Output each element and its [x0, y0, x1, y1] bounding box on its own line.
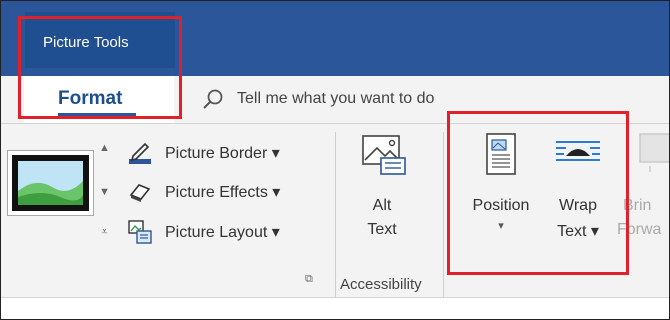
picture-layout-label: Picture Layout ▾ [165, 224, 280, 241]
group-separator [335, 132, 336, 300]
accessibility-group-label: Accessibility [340, 276, 422, 293]
highlight-format-tab-box [18, 16, 182, 119]
search-icon [203, 89, 223, 109]
picture-style-preview[interactable] [7, 150, 94, 216]
alt-text-label-line2: Text [367, 221, 397, 238]
style-gallery-scroll: ▲ ▼ ⩡ [92, 132, 117, 244]
alt-text-label-line1: Alt [372, 197, 392, 214]
picture-border-label: Picture Border ▾ [165, 145, 280, 162]
picture-effects-icon [129, 184, 151, 202]
gallery-more-icon[interactable]: ⩡ [96, 220, 113, 244]
group-separator [443, 132, 444, 300]
highlight-position-wrap-box [447, 111, 629, 275]
alt-text-button[interactable]: Alt Text [347, 132, 417, 239]
gallery-scroll-up-icon[interactable]: ▲ [96, 136, 113, 160]
gallery-scroll-down-icon[interactable]: ▼ [96, 180, 113, 204]
picture-effects-label: Picture Effects ▾ [165, 184, 281, 201]
picture-layout-icon [128, 220, 152, 244]
picture-border-icon [129, 142, 151, 164]
tell-me-text: Tell me what you want to do [237, 90, 435, 107]
document-area-strip [1, 297, 669, 319]
word-ribbon-window: Picture Tools Format Tell me what you wa… [0, 0, 670, 320]
alt-text-icon [362, 135, 406, 175]
picture-style-thumbnail-icon [12, 155, 89, 211]
bring-forward-icon [639, 133, 669, 172]
picture-styles-launcher-icon[interactable]: ⧉ [305, 273, 313, 286]
